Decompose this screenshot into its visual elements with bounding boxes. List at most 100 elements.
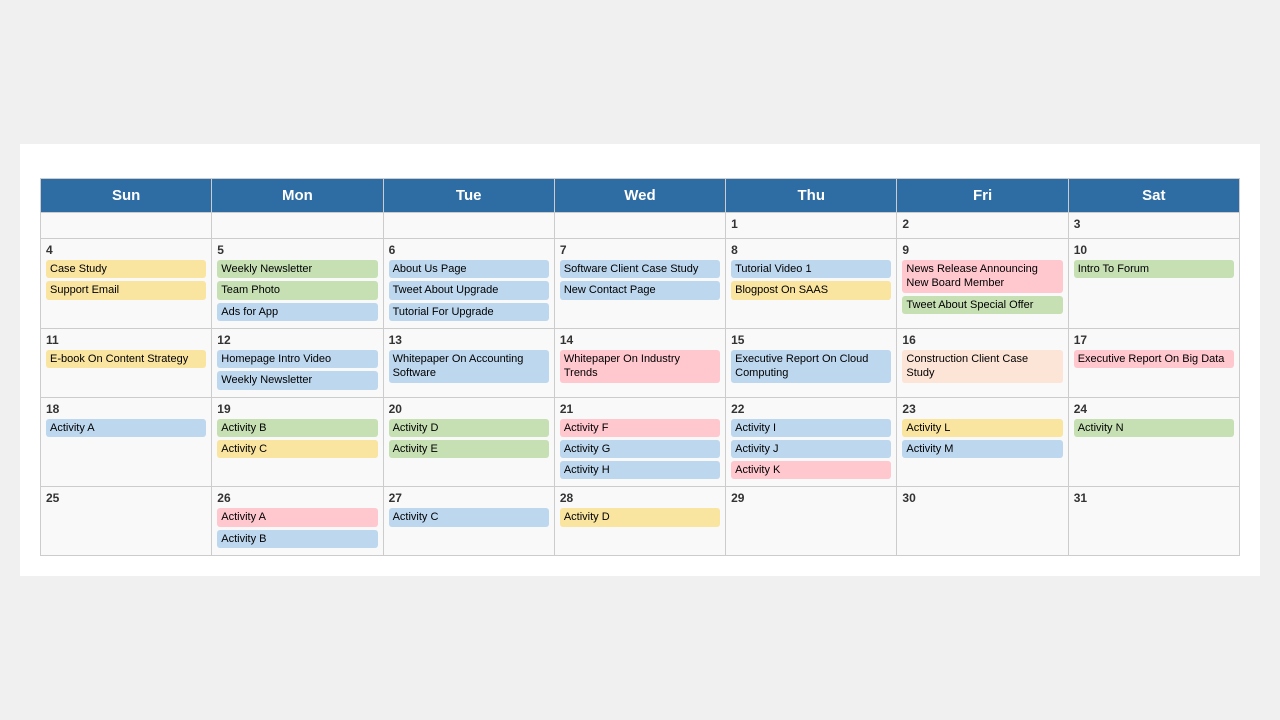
calendar-row-3: 18Activity A19Activity BActivity C20Acti… <box>41 397 1240 487</box>
calendar-event: Activity H <box>560 461 720 479</box>
calendar-body: 1234Case StudySupport Email5Weekly Newsl… <box>41 213 1240 556</box>
calendar-event: Activity G <box>560 440 720 458</box>
calendar-event: Blogpost On SAAS <box>731 281 891 299</box>
day-number: 30 <box>902 491 1062 505</box>
calendar-cell: 1 <box>726 213 897 239</box>
calendar-cell: 12 Homepage Intro Video Weekly Newsletter <box>212 328 383 397</box>
day-number: 18 <box>46 402 206 416</box>
calendar-cell: 10Intro To Forum <box>1068 239 1239 329</box>
calendar-cell: 13 Whitepaper On Accounting Software <box>383 328 554 397</box>
calendar-event: Activity F <box>560 419 720 437</box>
day-number: 25 <box>46 491 206 505</box>
calendar-event: Activity N <box>1074 419 1234 437</box>
calendar-cell: 5 Weekly Newsletter Team Photo Ads for App <box>212 239 383 329</box>
day-number: 8 <box>731 243 891 257</box>
calendar-event: Executive Report On Big Data <box>1074 350 1234 368</box>
day-number: 14 <box>560 333 720 347</box>
day-number: 6 <box>389 243 549 257</box>
header-sun: Sun <box>41 179 212 213</box>
calendar-event: Tutorial Video 1 <box>731 260 891 278</box>
calendar-event: Activity B <box>217 530 377 548</box>
calendar-cell: 17 Executive Report On Big Data <box>1068 328 1239 397</box>
calendar-event: Tutorial For Upgrade <box>389 303 549 321</box>
calendar-cell: 27 Activity C <box>383 487 554 556</box>
calendar-event: Activity K <box>731 461 891 479</box>
calendar-cell: 16Construction Client Case Study <box>897 328 1068 397</box>
calendar-cell: 3 <box>1068 213 1239 239</box>
calendar-table: SunMonTueWedThuFriSat 1234Case StudySupp… <box>40 178 1240 556</box>
header-mon: Mon <box>212 179 383 213</box>
calendar-event: Support Email <box>46 281 206 299</box>
calendar-event: Activity C <box>389 508 549 526</box>
day-number: 16 <box>902 333 1062 347</box>
calendar-event: Whitepaper On Accounting Software <box>389 350 549 383</box>
day-number: 31 <box>1074 491 1234 505</box>
day-number: 29 <box>731 491 891 505</box>
calendar-event: Intro To Forum <box>1074 260 1234 278</box>
calendar-cell <box>212 213 383 239</box>
calendar-header: SunMonTueWedThuFriSat <box>41 179 1240 213</box>
calendar-event: Homepage Intro Video <box>217 350 377 368</box>
calendar-cell: 19 Activity B Activity C <box>212 397 383 487</box>
calendar-event: Weekly Newsletter <box>217 260 377 278</box>
calendar-cell: 4 Case Study Support Email <box>41 239 212 329</box>
day-number: 12 <box>217 333 377 347</box>
day-number: 5 <box>217 243 377 257</box>
calendar-event: About Us Page <box>389 260 549 278</box>
day-number: 19 <box>217 402 377 416</box>
calendar-cell: 26 Activity A Activity B <box>212 487 383 556</box>
day-number: 15 <box>731 333 891 347</box>
day-number: 3 <box>1074 217 1234 231</box>
calendar-cell: 21 Activity F Activity G Activity H <box>554 397 725 487</box>
day-number: 26 <box>217 491 377 505</box>
day-number: 22 <box>731 402 891 416</box>
calendar-cell: 18 Activity A <box>41 397 212 487</box>
calendar-event: Executive Report On Cloud Computing <box>731 350 891 383</box>
calendar-event: Activity M <box>902 440 1062 458</box>
calendar-cell: 30 <box>897 487 1068 556</box>
calendar-event: Tweet About Upgrade <box>389 281 549 299</box>
day-number: 21 <box>560 402 720 416</box>
calendar-cell: 28Activity D <box>554 487 725 556</box>
calendar-row-2: 11E-book On Content Strategy 12 Homepage I… <box>41 328 1240 397</box>
calendar-cell: 20Activity DActivity E <box>383 397 554 487</box>
header-thu: Thu <box>726 179 897 213</box>
day-number: 9 <box>902 243 1062 257</box>
calendar-cell: 7Software Client Case StudyNew Contact P… <box>554 239 725 329</box>
calendar-event: Activity J <box>731 440 891 458</box>
day-number: 23 <box>902 402 1062 416</box>
calendar-cell: 6 About Us Page Tweet About Upgrade Tutoria… <box>383 239 554 329</box>
calendar-event: Team Photo <box>217 281 377 299</box>
header-tue: Tue <box>383 179 554 213</box>
header-fri: Fri <box>897 179 1068 213</box>
calendar-event: Activity A <box>46 419 206 437</box>
calendar-event: Tweet About Special Offer <box>902 296 1062 314</box>
calendar-event: Whitepaper On Industry Trends <box>560 350 720 383</box>
calendar-event: Ads for App <box>217 303 377 321</box>
day-number: 24 <box>1074 402 1234 416</box>
calendar-cell: 11E-book On Content Strategy <box>41 328 212 397</box>
calendar-event: Weekly Newsletter <box>217 371 377 389</box>
day-number: 4 <box>46 243 206 257</box>
calendar-cell: 2 <box>897 213 1068 239</box>
day-number: 13 <box>389 333 549 347</box>
calendar-event: Activity B <box>217 419 377 437</box>
calendar-cell <box>383 213 554 239</box>
day-number: 17 <box>1074 333 1234 347</box>
calendar-cell: 8 Tutorial Video 1 Blogpost On SAAS <box>726 239 897 329</box>
day-number: 20 <box>389 402 549 416</box>
calendar-event: Activity C <box>217 440 377 458</box>
calendar-row-1: 4 Case Study Support Email 5 Weekly Newslett… <box>41 239 1240 329</box>
calendar-event: Activity E <box>389 440 549 458</box>
calendar-event: Case Study <box>46 260 206 278</box>
day-number: 2 <box>902 217 1062 231</box>
calendar-event: News Release Announcing New Board Member <box>902 260 1062 293</box>
calendar-event: Activity A <box>217 508 377 526</box>
header-sat: Sat <box>1068 179 1239 213</box>
calendar-cell <box>554 213 725 239</box>
calendar-row-4: 25 26 Activity A Activity B 27 Activity C 28Ac… <box>41 487 1240 556</box>
calendar-event: New Contact Page <box>560 281 720 299</box>
calendar-event: Activity D <box>560 508 720 526</box>
day-number: 27 <box>389 491 549 505</box>
calendar-event: Software Client Case Study <box>560 260 720 278</box>
